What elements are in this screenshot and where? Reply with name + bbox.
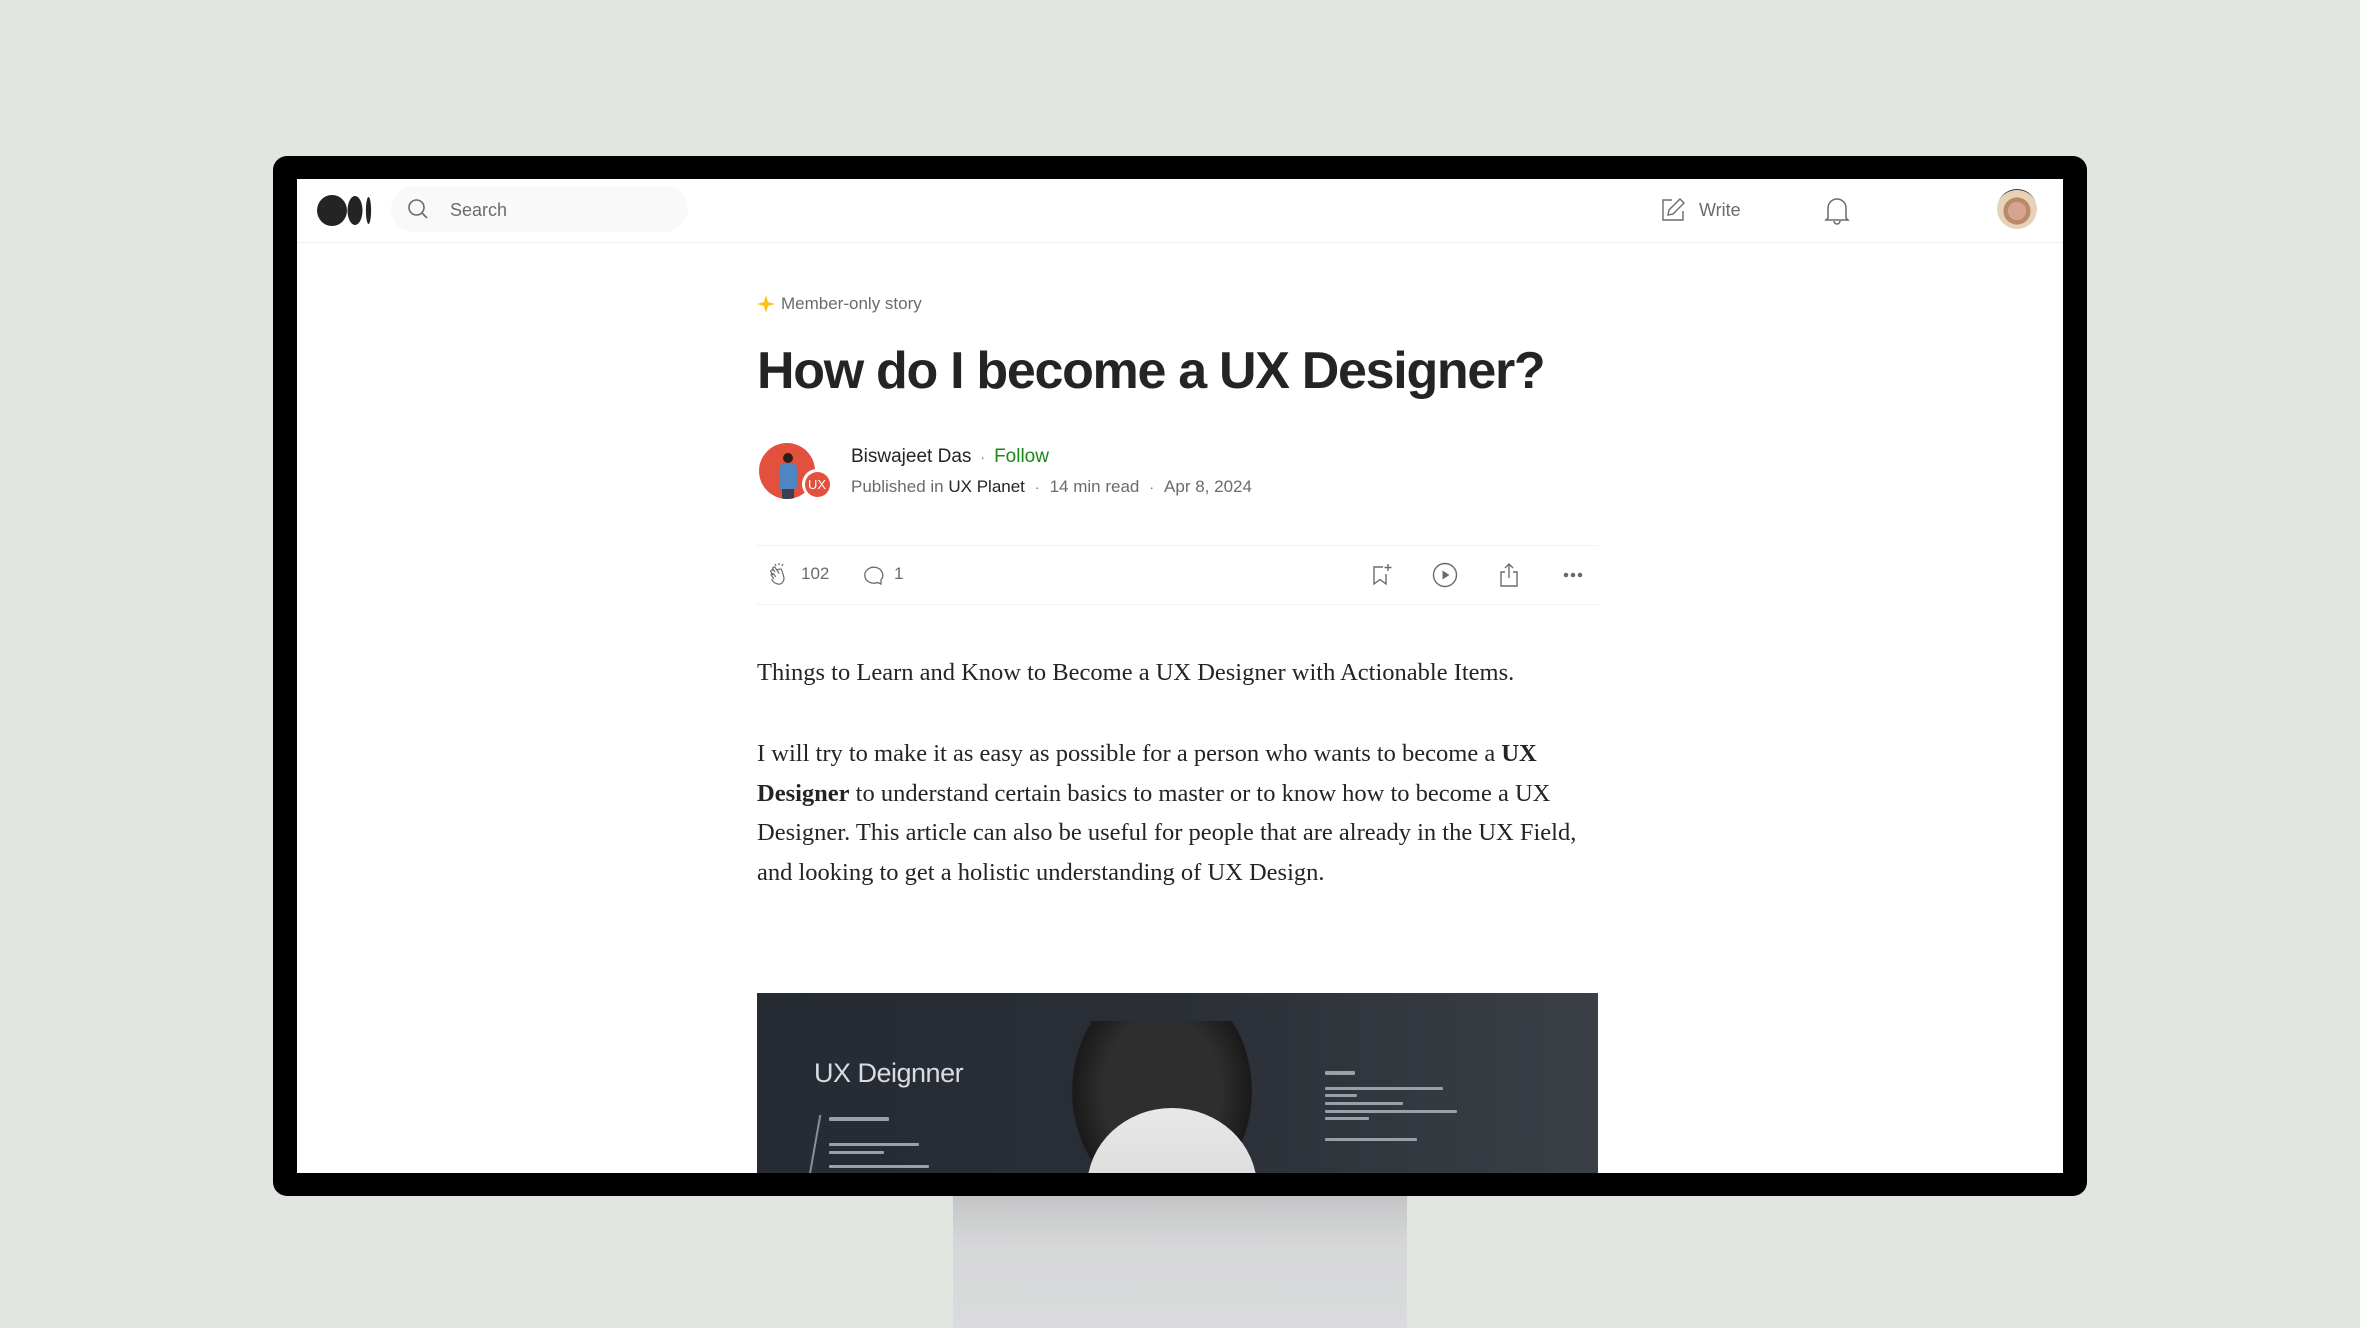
paragraph-text: I will try to make it as easy as possibl… — [757, 740, 1502, 767]
bookmark-add-icon — [1373, 564, 1392, 586]
author-name[interactable]: Biswajeet Das — [851, 446, 971, 468]
hero-decor-line — [808, 1115, 822, 1173]
clap-button[interactable]: 102 — [767, 561, 829, 587]
hero-text-blur — [829, 1117, 889, 1121]
separator: · — [1149, 479, 1155, 495]
paragraph-text: to understand certain basics to master o… — [757, 779, 1577, 886]
hero-text-blur — [1325, 1094, 1357, 1097]
browser-screen: Search Write Member-only story How do I … — [297, 179, 2063, 1173]
article-paragraph: I will try to make it as easy as possibl… — [757, 734, 1598, 892]
publication-badge[interactable]: UX — [802, 469, 832, 499]
hero-text-blur — [829, 1151, 884, 1154]
top-navbar: Search Write — [297, 179, 2063, 243]
clap-icon — [770, 563, 785, 585]
search-input[interactable]: Search — [450, 200, 507, 221]
clap-count: 102 — [801, 564, 830, 583]
search-bar[interactable]: Search — [391, 186, 688, 232]
hero-text-blur — [829, 1165, 929, 1168]
hero-text-blur — [1325, 1117, 1369, 1120]
play-circle-icon — [1432, 562, 1458, 588]
share-button[interactable] — [1495, 561, 1523, 589]
response-count: 1 — [894, 564, 904, 583]
write-label: Write — [1699, 199, 1741, 220]
hero-text-blur — [1325, 1071, 1355, 1075]
write-button[interactable]: Write — [1659, 194, 1741, 226]
monitor-stand — [953, 1190, 1407, 1328]
more-icon — [1563, 572, 1583, 578]
published-in-label: Published in — [851, 477, 944, 496]
hero-overlay-title: UX Deignner — [814, 1058, 964, 1088]
bookmark-button[interactable] — [1367, 561, 1395, 589]
separator: · — [1034, 479, 1040, 495]
share-icon — [1500, 563, 1518, 587]
separator: · — [980, 449, 986, 465]
article-action-bar: 102 1 — [757, 545, 1598, 605]
medium-logo[interactable] — [317, 194, 373, 227]
hero-text-blur — [1325, 1110, 1457, 1113]
more-button[interactable] — [1559, 561, 1587, 589]
user-avatar[interactable] — [1997, 189, 2037, 229]
search-icon — [408, 199, 428, 219]
hero-text-blur — [829, 1143, 919, 1146]
follow-button[interactable]: Follow — [994, 446, 1049, 468]
monitor-frame: Search Write Member-only story How do I … — [273, 156, 2087, 1196]
read-time: 14 min read — [1049, 477, 1140, 496]
author-line: Biswajeet Das · Follow — [851, 446, 1049, 468]
comment-icon — [864, 566, 884, 585]
hero-text-blur — [1325, 1087, 1443, 1090]
listen-button[interactable] — [1431, 561, 1459, 589]
publication-badge-label: UX — [804, 471, 830, 497]
hero-image: UX Deignner — [757, 993, 1598, 1173]
member-only-badge: Member-only story — [757, 294, 922, 314]
sparkle-star-icon — [757, 295, 775, 313]
member-only-label: Member-only story — [781, 294, 922, 313]
hero-text-blur — [1325, 1138, 1417, 1141]
article-title: How do I become a UX Designer? — [757, 342, 1546, 400]
article-subtitle: Things to Learn and Know to Become a UX … — [757, 659, 1515, 686]
hero-text-blur — [1325, 1102, 1403, 1105]
bell-icon[interactable] — [1822, 194, 1852, 226]
responses-button[interactable]: 1 — [860, 561, 903, 587]
publication-line: Published in UX Planet · 14 min read · A… — [851, 477, 1252, 497]
publish-date: Apr 8, 2024 — [1164, 477, 1252, 496]
author-photo — [779, 453, 797, 499]
pencil-square-icon — [1662, 198, 1685, 221]
publication-link[interactable]: UX Planet — [948, 477, 1025, 496]
